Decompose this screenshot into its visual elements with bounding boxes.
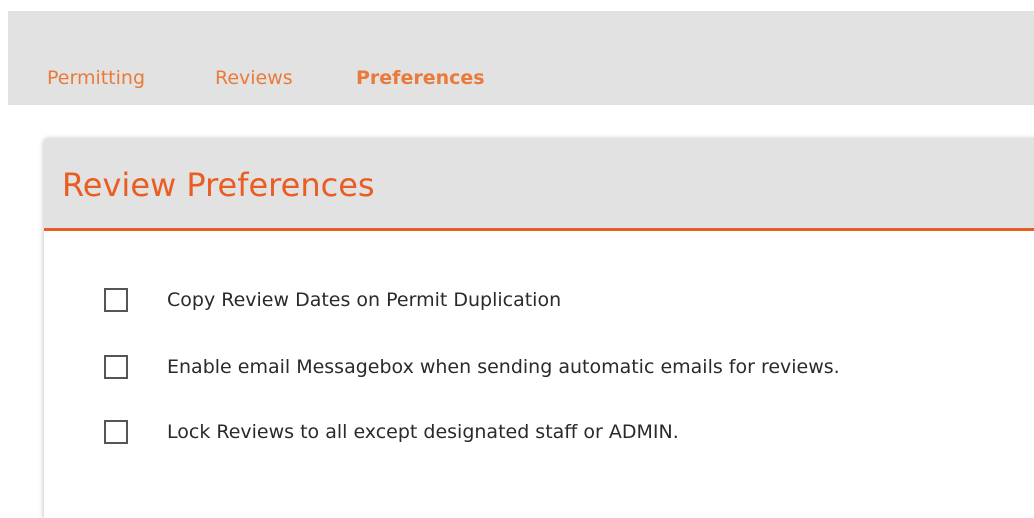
option-copy-review-dates[interactable]: Copy Review Dates on Permit Duplication [104,288,561,312]
top-nav-bar: Permitting Reviews Preferences [8,11,1034,105]
copy-review-dates-label: Copy Review Dates on Permit Duplication [167,289,562,311]
tab-preferences[interactable]: Preferences [356,66,485,90]
option-enable-email-messagebox[interactable]: Enable email Messagebox when sending aut… [104,355,840,379]
panel-title: Review Preferences [62,166,375,204]
option-lock-reviews[interactable]: Lock Reviews to all except designated st… [104,420,679,444]
lock-reviews-label: Lock Reviews to all except designated st… [167,421,679,443]
review-preferences-panel: Review Preferences Copy Review Dates on … [44,138,1034,518]
enable-email-messagebox-label: Enable email Messagebox when sending aut… [167,356,840,378]
tab-reviews[interactable]: Reviews [215,66,293,90]
lock-reviews-checkbox[interactable] [104,420,128,444]
enable-email-messagebox-checkbox[interactable] [104,355,128,379]
panel-header: Review Preferences [44,138,1034,231]
tab-permitting[interactable]: Permitting [47,66,145,90]
copy-review-dates-checkbox[interactable] [104,288,128,312]
